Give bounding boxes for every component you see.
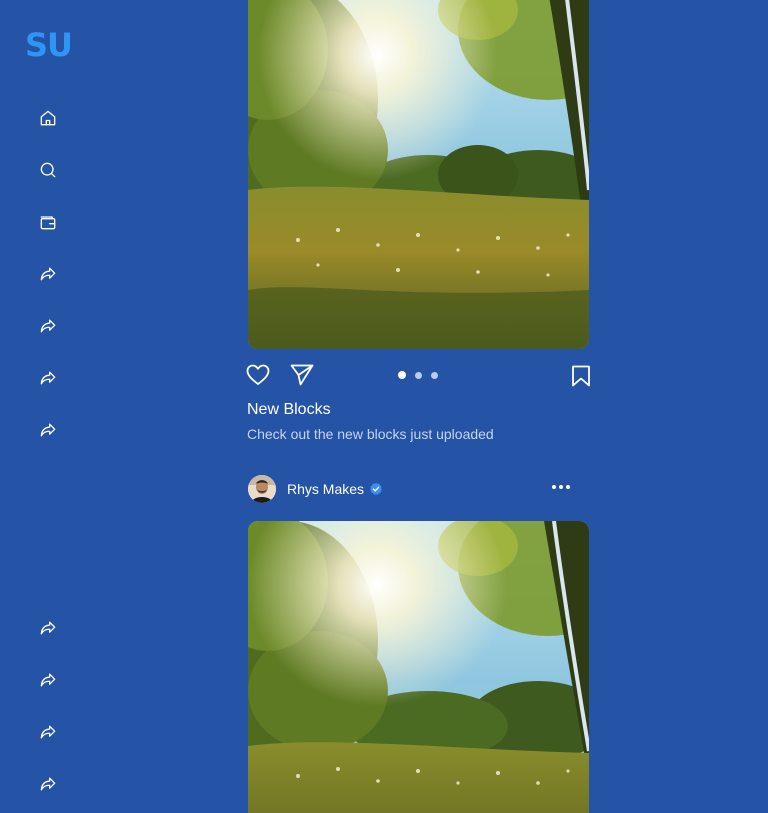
meadow-sunlight-image — [248, 0, 589, 349]
post-image[interactable] — [248, 0, 589, 349]
avatar-image — [248, 475, 276, 503]
avatar[interactable] — [248, 475, 276, 503]
sidebar-item-share-4[interactable] — [36, 418, 60, 442]
sidebar-item-share-1[interactable] — [36, 262, 60, 286]
verified-badge-icon — [369, 482, 383, 495]
sidebar-item-wallet[interactable] — [36, 210, 60, 234]
search-icon — [40, 162, 56, 178]
sidebar-item-share-8[interactable] — [36, 772, 60, 796]
heart-icon — [246, 364, 270, 385]
carousel-indicator — [398, 371, 438, 379]
more-horizontal-icon — [552, 485, 556, 489]
like-button[interactable] — [246, 364, 270, 391]
home-icon — [40, 110, 56, 126]
sidebar-item-share-6[interactable] — [36, 668, 60, 692]
share-icon — [40, 621, 56, 635]
sidebar-item-share-5[interactable] — [36, 616, 60, 640]
share-icon — [40, 777, 56, 791]
carousel-dot[interactable] — [415, 371, 422, 379]
wallet-icon — [40, 216, 56, 230]
share-icon — [40, 319, 56, 333]
logo[interactable]: SU — [25, 26, 73, 64]
author-name[interactable]: Rhys Makes — [287, 481, 364, 497]
post-author-row: Rhys Makes — [248, 474, 383, 504]
share-icon — [40, 267, 56, 281]
sidebar-item-share-2[interactable] — [36, 314, 60, 338]
more-dot — [566, 485, 570, 489]
more-options-button[interactable] — [552, 483, 570, 491]
sidebar-item-search[interactable] — [36, 158, 60, 182]
share-icon — [40, 371, 56, 385]
more-dot — [559, 485, 563, 489]
save-button[interactable] — [571, 365, 591, 392]
post-title: New Blocks — [247, 401, 331, 418]
share-icon — [40, 725, 56, 739]
app-root: SU New Blocks Check out the new blocks j… — [0, 0, 768, 813]
sidebar-item-share-7[interactable] — [36, 720, 60, 744]
send-button[interactable] — [290, 364, 314, 391]
carousel-dot-active[interactable] — [398, 371, 406, 379]
sidebar-item-share-3[interactable] — [36, 366, 60, 390]
post-image[interactable] — [248, 521, 589, 813]
send-icon — [290, 364, 314, 386]
share-icon — [40, 423, 56, 437]
meadow-sunlight-image — [248, 521, 589, 813]
post-caption: Check out the new blocks just uploaded — [247, 426, 494, 442]
share-icon — [40, 673, 56, 687]
bookmark-icon — [572, 365, 590, 387]
sidebar-item-home[interactable] — [36, 106, 60, 130]
carousel-dot[interactable] — [431, 371, 438, 379]
